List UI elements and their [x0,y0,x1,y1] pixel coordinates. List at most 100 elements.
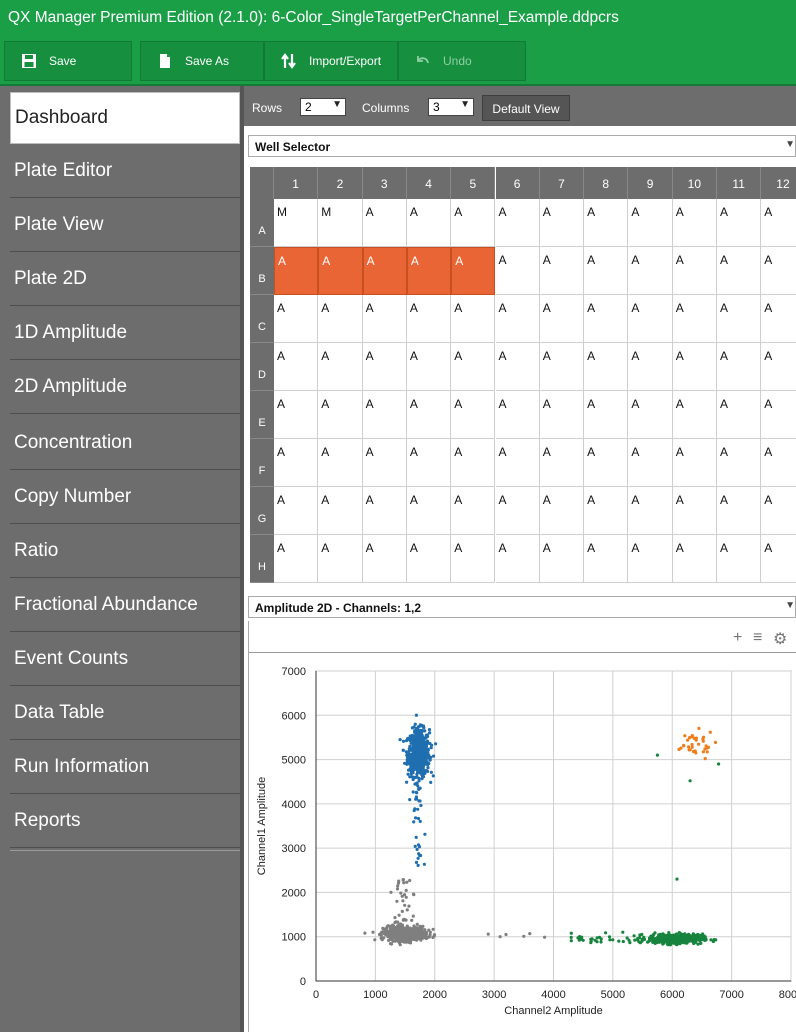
columns-select[interactable]: 3 ▼ [428,98,474,116]
column-header-5[interactable]: 5 [451,167,496,199]
row-header-D[interactable]: D [250,343,274,391]
well-a8[interactable]: A [584,199,629,247]
sidebar-item-plate-view[interactable]: Plate View [10,200,240,252]
well-h7[interactable]: A [539,535,585,583]
well-d1[interactable]: A [274,343,319,391]
well-f7[interactable]: A [539,439,585,487]
well-c5[interactable]: A [451,295,496,343]
row-header-B[interactable]: B [250,247,274,295]
well-b5[interactable]: A [451,247,496,295]
well-g12[interactable]: A [761,487,796,535]
column-header-1[interactable]: 1 [274,167,319,199]
well-e7[interactable]: A [539,391,585,439]
import-export-button[interactable]: Import/Export [264,41,398,81]
well-f5[interactable]: A [451,439,496,487]
well-c2[interactable]: A [318,295,363,343]
well-g2[interactable]: A [318,487,363,535]
well-h8[interactable]: A [584,535,629,583]
well-f10[interactable]: A [672,439,717,487]
well-e11[interactable]: A [717,391,762,439]
sidebar-item-run-information[interactable]: Run Information [10,742,240,794]
well-d9[interactable]: A [628,343,673,391]
sidebar-item-1d-amplitude[interactable]: 1D Amplitude [10,308,240,360]
well-h5[interactable]: A [451,535,496,583]
well-f6[interactable]: A [495,439,540,487]
well-h4[interactable]: A [406,535,452,583]
column-header-11[interactable]: 11 [717,167,762,199]
well-f4[interactable]: A [406,439,452,487]
well-d8[interactable]: A [584,343,629,391]
well-a10[interactable]: A [672,199,717,247]
well-g6[interactable]: A [495,487,540,535]
sidebar-item-reports[interactable]: Reports [10,796,240,848]
gear-icon[interactable]: ⚙ [773,629,787,649]
well-g11[interactable]: A [717,487,762,535]
well-f8[interactable]: A [584,439,629,487]
well-d7[interactable]: A [539,343,585,391]
sidebar-item-plate-2d[interactable]: Plate 2D [10,254,240,306]
well-b4[interactable]: A [406,247,452,295]
well-h1[interactable]: A [274,535,319,583]
sidebar-item-dashboard[interactable]: Dashboard [10,92,240,144]
plus-icon[interactable]: + [733,629,742,647]
undo-button[interactable]: Undo [398,41,526,81]
row-header-G[interactable]: G [250,487,274,535]
well-e2[interactable]: A [318,391,363,439]
column-header-12[interactable]: 12 [761,167,796,199]
row-header-E[interactable]: E [250,391,274,439]
well-c10[interactable]: A [672,295,717,343]
well-b11[interactable]: A [717,247,762,295]
sidebar-item-plate-editor[interactable]: Plate Editor [10,146,240,198]
row-header-C[interactable]: C [250,295,274,343]
well-c12[interactable]: A [761,295,796,343]
well-b1[interactable]: A [274,247,319,295]
well-f11[interactable]: A [717,439,762,487]
column-header-10[interactable]: 10 [672,167,717,199]
amplitude-2d-header[interactable]: Amplitude 2D - Channels: 1,2 ▼ [248,596,796,618]
well-g9[interactable]: A [628,487,673,535]
well-g4[interactable]: A [406,487,452,535]
well-d6[interactable]: A [495,343,540,391]
well-g10[interactable]: A [672,487,717,535]
well-f3[interactable]: A [362,439,407,487]
well-a11[interactable]: A [717,199,762,247]
sidebar-item-2d-amplitude[interactable]: 2D Amplitude [10,362,240,414]
well-e10[interactable]: A [672,391,717,439]
well-f12[interactable]: A [761,439,796,487]
well-f9[interactable]: A [628,439,673,487]
column-header-3[interactable]: 3 [362,167,407,199]
well-d10[interactable]: A [672,343,717,391]
row-header-F[interactable]: F [250,439,274,487]
well-e3[interactable]: A [362,391,407,439]
column-header-9[interactable]: 9 [628,167,673,199]
well-d3[interactable]: A [362,343,407,391]
well-d4[interactable]: A [406,343,452,391]
well-a4[interactable]: A [406,199,452,247]
well-h2[interactable]: A [318,535,363,583]
column-header-7[interactable]: 7 [539,167,585,199]
well-b3[interactable]: A [362,247,407,295]
well-e5[interactable]: A [451,391,496,439]
well-selector-header[interactable]: Well Selector ▼ [248,135,796,157]
rows-select[interactable]: 2 ▼ [300,98,346,116]
sidebar-item-data-table[interactable]: Data Table [10,688,240,740]
well-f1[interactable]: A [274,439,319,487]
well-h3[interactable]: A [362,535,407,583]
save-as-button[interactable]: Save As [140,41,264,81]
sidebar-item-ratio[interactable]: Ratio [10,526,240,578]
well-d11[interactable]: A [717,343,762,391]
well-c1[interactable]: A [274,295,319,343]
well-h6[interactable]: A [495,535,540,583]
chevron-down-icon[interactable]: ▼ [785,600,795,611]
chevron-down-icon[interactable]: ▼ [785,139,795,150]
well-e8[interactable]: A [584,391,629,439]
well-e4[interactable]: A [406,391,452,439]
well-a12[interactable]: A [761,199,796,247]
sidebar-item-copy-number[interactable]: Copy Number [10,472,240,524]
well-b10[interactable]: A [672,247,717,295]
well-a7[interactable]: A [539,199,585,247]
well-g5[interactable]: A [451,487,496,535]
well-c7[interactable]: A [539,295,585,343]
well-g8[interactable]: A [584,487,629,535]
well-h11[interactable]: A [717,535,762,583]
